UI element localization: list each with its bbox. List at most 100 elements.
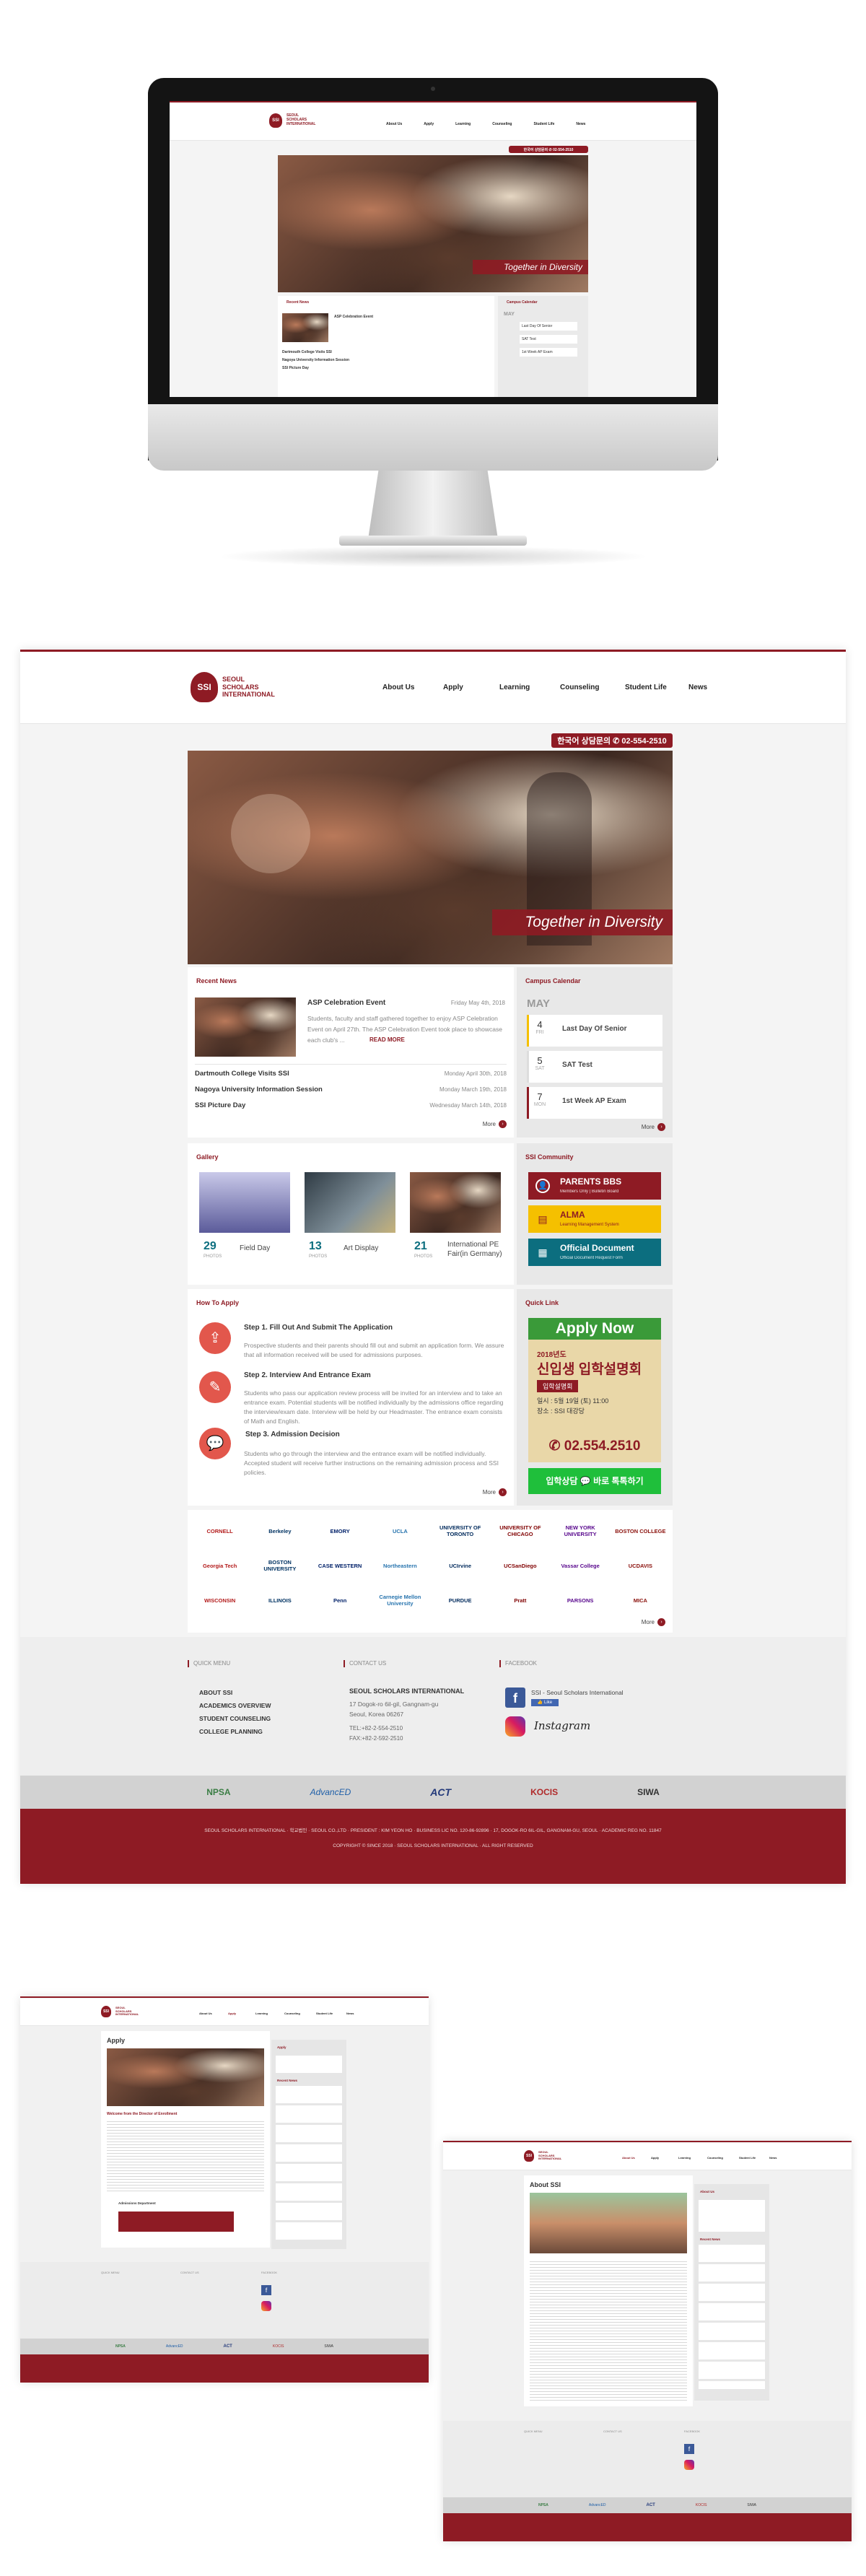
parents-bbs-card[interactable]: 👤 PARENTS BBS Members Only | Bulletin Bo… <box>528 1172 661 1200</box>
university-logo[interactable]: MICA <box>613 1589 668 1611</box>
news-item-title[interactable]: Nagoya University Information Session <box>195 1086 323 1093</box>
facebook-page-link[interactable]: SSI - Seoul Scholars International <box>531 1689 624 1696</box>
apply-now-banner[interactable]: Apply Now <box>528 1318 661 1340</box>
news-more-button[interactable]: More › <box>483 1120 507 1128</box>
gallery-thumbnail[interactable] <box>305 1172 395 1233</box>
nav-item[interactable]: Counseling <box>707 2156 739 2160</box>
hotline-badge[interactable]: 한국어 상담문의 ✆ 02-554-2510 <box>551 733 673 748</box>
university-logo[interactable]: Carnegie Mellon University <box>372 1589 428 1611</box>
nav-item[interactable]: Apply <box>651 2156 678 2160</box>
apply-sidebar: Apply Recent News <box>271 2040 346 2249</box>
nav-item[interactable]: Apply <box>424 122 434 126</box>
footer-link[interactable]: COLLEGE PLANNING <box>199 1728 263 1735</box>
news-item-title[interactable]: SSI Picture Day <box>195 1101 245 1109</box>
how-to-apply-title: How To Apply <box>192 1299 239 1306</box>
university-logo[interactable]: Georgia Tech <box>192 1555 248 1576</box>
instagram-icon[interactable] <box>261 2301 271 2311</box>
nav-item[interactable]: About Us <box>199 2012 228 2015</box>
university-logo[interactable]: NEW YORK UNIVERSITY <box>553 1520 608 1542</box>
gallery-thumbnail[interactable] <box>199 1172 290 1233</box>
nav-item[interactable]: Counseling <box>492 122 512 126</box>
university-logo[interactable]: Pratt <box>492 1589 548 1611</box>
partner-logo[interactable]: AdvancED <box>310 1787 351 1797</box>
news-item-title[interactable]: Dartmouth College Visits SSI <box>195 1070 289 1078</box>
nav-item[interactable]: News <box>346 2012 354 2015</box>
nav-item[interactable]: About Us <box>622 2156 651 2160</box>
university-logo[interactable]: BOSTON UNIVERSITY <box>252 1555 307 1576</box>
universities-more-button[interactable]: More › <box>642 1618 665 1626</box>
university-logo[interactable]: EMORY <box>312 1520 368 1542</box>
footer-link[interactable]: STUDENT COUNSELING <box>199 1715 271 1722</box>
kakao-consult-button[interactable]: 입학상담 💬 바로 톡톡하기 <box>528 1468 661 1494</box>
instagram-icon[interactable] <box>505 1716 525 1737</box>
gallery-item-title[interactable]: Field Day <box>240 1244 270 1252</box>
footer-link[interactable]: ABOUT SSI <box>199 1689 232 1696</box>
university-logo[interactable]: UCLA <box>372 1520 428 1542</box>
nav-item[interactable]: Student Life <box>739 2156 769 2160</box>
partner-logo[interactable]: KOCIS <box>530 1787 558 1797</box>
nav-item[interactable]: About Us <box>386 122 402 126</box>
nav-item[interactable]: Apply <box>228 2012 255 2015</box>
university-logo[interactable]: WISCONSIN <box>192 1589 248 1611</box>
university-logo[interactable]: Northeastern <box>372 1555 428 1576</box>
university-logo[interactable]: PARSONS <box>553 1589 608 1611</box>
nav-item[interactable]: Student Life <box>316 2012 346 2015</box>
alma-card[interactable]: ▤ ALMA Learning Management System <box>528 1205 661 1233</box>
university-logo[interactable]: Berkeley <box>252 1520 307 1542</box>
phone-number[interactable]: ✆ 02.554.2510 <box>528 1438 661 1454</box>
university-logo[interactable]: PURDUE <box>432 1589 488 1611</box>
university-logo[interactable]: CORNELL <box>192 1520 248 1542</box>
apply-more-button[interactable]: More › <box>483 1488 507 1496</box>
about-content: About SSI <box>524 2175 693 2406</box>
apply-page-frame: SSI SEOUL SCHOLARS INTERNATIONAL About U… <box>20 1996 429 2383</box>
nav-apply[interactable]: Apply <box>443 684 499 691</box>
gallery-item-title[interactable]: Art Display <box>344 1244 378 1252</box>
partner-logo[interactable]: NPSA <box>206 1787 230 1797</box>
nav-student-life[interactable]: Student Life <box>625 684 688 691</box>
facebook-icon[interactable]: f <box>505 1688 525 1708</box>
footer-link[interactable]: ACADEMICS OVERVIEW <box>199 1702 271 1709</box>
nav-item[interactable]: News <box>576 122 585 126</box>
nav-item[interactable]: Learning <box>678 2156 707 2160</box>
university-logo[interactable]: ILLINOIS <box>252 1589 307 1611</box>
university-logo[interactable]: Penn <box>312 1589 368 1611</box>
gallery-item-title[interactable]: International PE Fair(in Germany) <box>447 1240 505 1259</box>
like-button[interactable]: 👍 Like <box>531 1699 559 1706</box>
mini-hotline[interactable]: 한국어 상담문의 ✆ 02-554-2510 <box>509 146 588 153</box>
facebook-icon[interactable]: f <box>684 2444 694 2454</box>
calendar-event[interactable]: 4 FRI Last Day Of Senior <box>527 1015 662 1047</box>
read-more-link[interactable]: READ MORE <box>369 1036 405 1043</box>
calendar-month: MAY <box>527 997 550 1010</box>
calendar-more-button[interactable]: More › <box>642 1123 665 1131</box>
nav-learning[interactable]: Learning <box>499 684 560 691</box>
calendar-event[interactable]: 7 MON 1st Week AP Exam <box>527 1087 662 1119</box>
university-logo[interactable]: CASE WESTERN <box>312 1555 368 1576</box>
university-logo[interactable]: UNIVERSITY OF TORONTO <box>432 1520 488 1542</box>
partner-logo[interactable]: SIWA <box>637 1787 660 1797</box>
news-thumbnail[interactable] <box>195 997 296 1057</box>
nav-news[interactable]: News <box>688 684 707 691</box>
university-logo[interactable]: UCSanDiego <box>492 1555 548 1576</box>
nav-item[interactable]: Learning <box>255 2012 284 2015</box>
site-logo[interactable]: SSI SEOUL SCHOLARS INTERNATIONAL <box>191 672 275 702</box>
nav-item[interactable]: Student Life <box>533 122 554 126</box>
university-logo[interactable]: Vassar College <box>553 1555 608 1576</box>
university-logo[interactable]: UNIVERSITY OF CHICAGO <box>492 1520 548 1542</box>
nav-about-us[interactable]: About Us <box>382 684 443 691</box>
calendar-event[interactable]: 5 SAT SAT Test <box>527 1051 662 1083</box>
university-logo[interactable]: UCIrvine <box>432 1555 488 1576</box>
news-featured-headline[interactable]: ASP Celebration Event <box>307 999 385 1007</box>
gallery-thumbnail[interactable] <box>410 1172 501 1233</box>
nav-item[interactable]: Counseling <box>284 2012 316 2015</box>
nav-item[interactable]: News <box>769 2156 777 2160</box>
nav-item[interactable]: Learning <box>455 122 471 126</box>
official-document-card[interactable]: ▦ Official Document Official Document Re… <box>528 1239 661 1266</box>
university-logo[interactable]: BOSTON COLLEGE <box>613 1520 668 1542</box>
admission-poster[interactable]: Apply Now 2018년도 신입생 입학설명회 입학설명회 일시 : 5월… <box>528 1318 661 1462</box>
instagram-link[interactable]: Instagram <box>534 1719 590 1732</box>
nav-counseling[interactable]: Counseling <box>560 684 625 691</box>
instagram-icon[interactable] <box>684 2460 694 2470</box>
partner-logo[interactable]: ACT <box>430 1786 451 1798</box>
facebook-icon[interactable]: f <box>261 2285 271 2295</box>
university-logo[interactable]: UCDAVIS <box>613 1555 668 1576</box>
